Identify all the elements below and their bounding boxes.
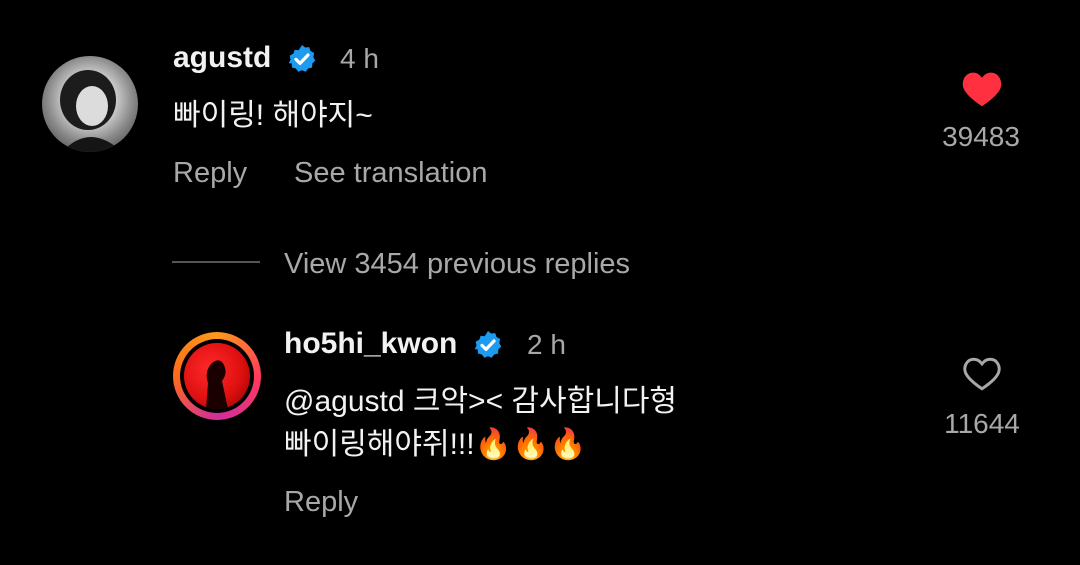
verified-badge-icon — [288, 45, 316, 72]
reply-button[interactable]: Reply — [284, 486, 358, 519]
comment-text: 빠이링! 해야지~ — [173, 99, 373, 132]
like-count: 39483 — [942, 121, 1020, 152]
comment-time: 2 h — [527, 329, 566, 360]
avatar-agustd[interactable] — [42, 56, 138, 152]
comment-username[interactable]: ho5hi_kwon — [284, 327, 457, 361]
reply-button[interactable]: Reply — [173, 157, 247, 190]
comment-username[interactable]: agustd — [173, 41, 271, 75]
heart-outline-icon[interactable] — [962, 356, 1002, 392]
verified-badge-icon — [474, 331, 502, 358]
view-previous-replies-button[interactable]: View 3454 previous replies — [284, 248, 630, 281]
profile-photo-icon — [206, 360, 228, 409]
comment-time: 4 h — [340, 43, 379, 74]
profile-photo-icon — [60, 70, 122, 152]
comment-text-line-1: @agustd 크악>< 감사합니다형 — [284, 385, 678, 418]
like-count: 11644 — [944, 408, 1020, 439]
comment-text-line-2: 빠이링해야쥐!!!🔥🔥🔥 — [284, 428, 587, 461]
see-translation-button[interactable]: See translation — [294, 157, 487, 190]
avatar-ho5hi-kwon[interactable] — [184, 343, 250, 409]
heart-filled-icon[interactable] — [961, 70, 1003, 108]
replies-divider — [172, 261, 260, 263]
